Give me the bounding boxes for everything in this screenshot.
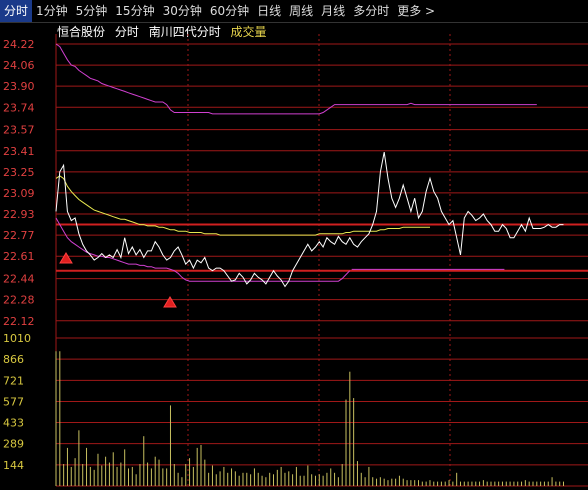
price-tick-label: 23.57 (3, 124, 35, 137)
volume-tick-label: 866 (3, 353, 24, 366)
compare-lower-line (55, 217, 351, 282)
volume-tick-label: 577 (3, 395, 24, 408)
price-tick-label: 23.09 (3, 187, 35, 200)
intraday-chart[interactable]: 24.22 24.06 23.90 23.74 23.57 23.41 23.25 23.09… (0, 0, 588, 490)
price-tick-label: 22.44 (3, 273, 35, 286)
price-tick-label: 22.61 (3, 250, 35, 263)
price-tick-label: 22.12 (3, 315, 35, 328)
price-tick-label: 23.74 (3, 101, 35, 114)
volume-tick-label: 144 (3, 459, 24, 472)
price-tick-label: 22.28 (3, 294, 35, 307)
price-tick-label: 22.93 (3, 208, 35, 221)
price-tick-label: 23.25 (3, 166, 35, 179)
volume-tick-label: 433 (3, 417, 24, 430)
volume-tick-label: 721 (3, 374, 24, 387)
compare-line (55, 43, 537, 115)
price-tick-label: 24.22 (3, 38, 35, 51)
price-tick-label: 23.41 (3, 145, 35, 158)
volume-tick-label: 289 (3, 438, 24, 451)
event-marker-icon (163, 296, 177, 308)
avg-price-line (55, 175, 430, 236)
price-tick-label: 23.90 (3, 80, 35, 93)
event-marker-icon (59, 252, 73, 264)
volume-tick-label: 1010 (3, 332, 31, 345)
price-tick-label: 22.77 (3, 229, 35, 242)
price-tick-label: 24.06 (3, 59, 35, 72)
